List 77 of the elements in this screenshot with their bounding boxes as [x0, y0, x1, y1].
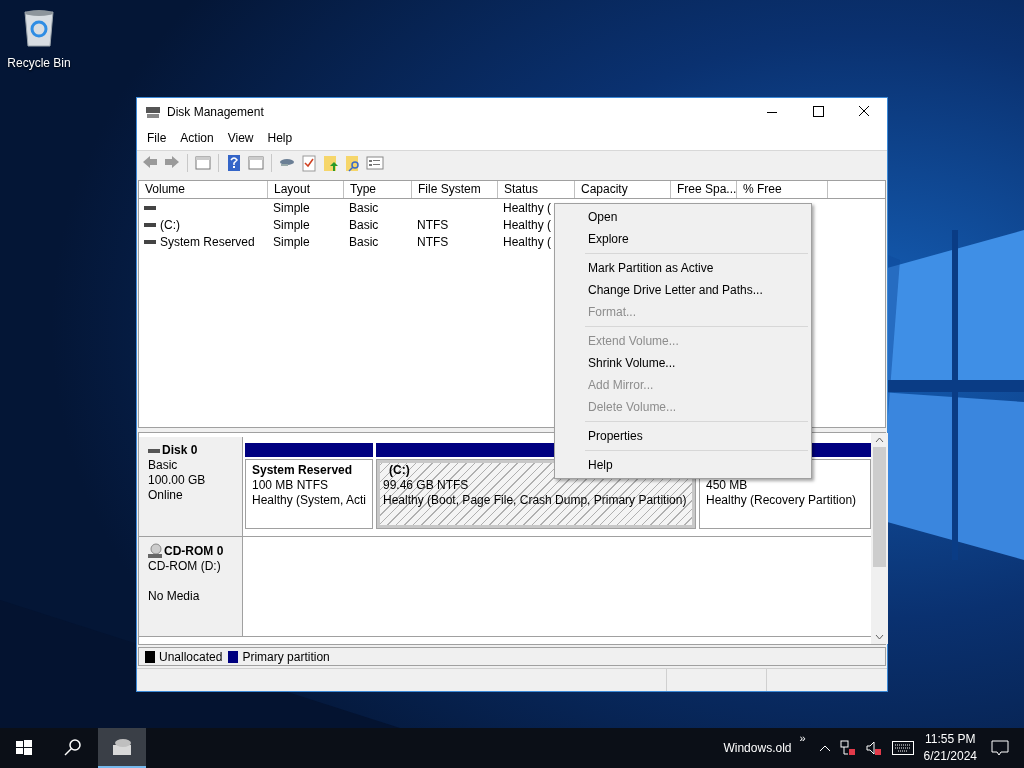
disk-status: No Media: [148, 589, 200, 604]
table-cell-text: Simple: [273, 216, 310, 234]
table-cell-text: Healthy (: [503, 216, 552, 234]
drive-icon: [144, 238, 156, 245]
table-cell-text: NTFS: [417, 216, 449, 234]
scroll-up-icon[interactable]: [875, 437, 884, 443]
table-cell-text: Simple: [273, 233, 310, 251]
notification-icon[interactable]: [991, 739, 1009, 757]
disk-type: Basic: [148, 458, 178, 473]
column-header[interactable]: File System: [412, 181, 498, 198]
clock-time[interactable]: 11:55 PM: [925, 731, 976, 748]
table-cell-text: NTFS: [417, 233, 449, 251]
partition-status: Healthy (Recovery Partition): [706, 493, 857, 508]
recycle-bin-icon[interactable]: [21, 8, 57, 48]
toolbar-label[interactable]: Windows.old: [723, 739, 792, 757]
menu-item[interactable]: Mark Partition as Active: [555, 257, 811, 279]
legend-label: Unallocated: [159, 648, 223, 666]
legend-label: Primary partition: [242, 648, 330, 666]
disk-status: Online: [148, 488, 183, 503]
chevron-up-icon[interactable]: [817, 743, 832, 753]
toolbar-chevron[interactable]: »: [799, 730, 806, 747]
disk-size: 100.00 GB: [148, 473, 206, 488]
drive-icon: [144, 204, 156, 211]
menu-item[interactable]: Properties: [555, 425, 811, 447]
checklist-icon[interactable]: [300, 154, 318, 172]
disk-type: CD-ROM (D:): [148, 559, 221, 574]
partition-label: (C:): [388, 463, 410, 478]
disk-drive-icon: [111, 737, 133, 757]
disk-name: Disk 0: [162, 443, 198, 458]
partition-label: System Reserved: [252, 463, 353, 478]
column-header[interactable]: Layout: [268, 181, 344, 198]
partition-status: Healthy (System, Acti: [252, 493, 367, 508]
scroll-thumb[interactable]: [873, 447, 886, 567]
cd-drive-icon: [148, 543, 162, 559]
menu-item[interactable]: Shrink Volume...: [555, 352, 811, 374]
clock-date[interactable]: 6/21/2024: [923, 748, 977, 765]
table-cell-text: Simple: [273, 199, 310, 217]
desktop-icon-label[interactable]: Recycle Bin: [7, 54, 71, 72]
table-cell-text: System Reserved: [160, 233, 255, 251]
scrollbar[interactable]: [871, 433, 888, 644]
column-header[interactable]: Status: [498, 181, 575, 198]
disk-drive-icon: [145, 105, 161, 119]
table-cell-text: Basic: [349, 233, 379, 251]
menu-item[interactable]: Help: [260, 128, 300, 148]
menu-item[interactable]: Action: [173, 128, 221, 148]
table-cell-text: Healthy (: [503, 199, 552, 217]
folder-search-icon[interactable]: [344, 154, 362, 172]
partition-size: 99.46 GB NTFS: [383, 478, 469, 493]
partition-size: 450 MB: [706, 478, 748, 493]
column-header[interactable]: % Free: [737, 181, 828, 198]
keyboard-icon[interactable]: [891, 741, 914, 755]
menu-item[interactable]: Change Drive Letter and Paths...: [555, 279, 811, 301]
menu-item[interactable]: Open: [555, 206, 811, 228]
properties-icon[interactable]: [366, 154, 384, 172]
table-cell-text: Basic: [349, 216, 379, 234]
help-icon[interactable]: [225, 154, 243, 172]
drive-icon: [144, 221, 156, 228]
column-header[interactable]: Free Spa...: [671, 181, 737, 198]
menu-item[interactable]: Explore: [555, 228, 811, 250]
taskbar-app-button[interactable]: [98, 728, 146, 768]
table-cell-text: Healthy (: [503, 233, 552, 251]
menu-item[interactable]: View: [220, 128, 261, 148]
column-header[interactable]: Volume: [139, 181, 268, 198]
folder-up-icon[interactable]: [322, 154, 340, 172]
network-icon[interactable]: [839, 740, 856, 756]
menu-item[interactable]: File: [140, 128, 174, 148]
partition-status: Healthy (Boot, Page File, Crash Dump, Primary Partition): [383, 493, 687, 508]
table-cell-text: (C:): [160, 216, 180, 234]
partition-size: 100 MB NTFS: [252, 478, 329, 493]
partition-box[interactable]: System Reserved 100 MB NTFS Healthy (System, Acti: [245, 459, 373, 529]
speaker-muted-icon[interactable]: [865, 740, 882, 756]
column-header[interactable]: Capacity: [575, 181, 671, 198]
column-header[interactable]: Type: [344, 181, 412, 198]
window-title: Disk Management: [167, 104, 264, 121]
scroll-down-icon[interactable]: [875, 634, 884, 640]
disk-name: CD-ROM 0: [164, 543, 224, 559]
table-cell-text: Basic: [349, 199, 379, 217]
